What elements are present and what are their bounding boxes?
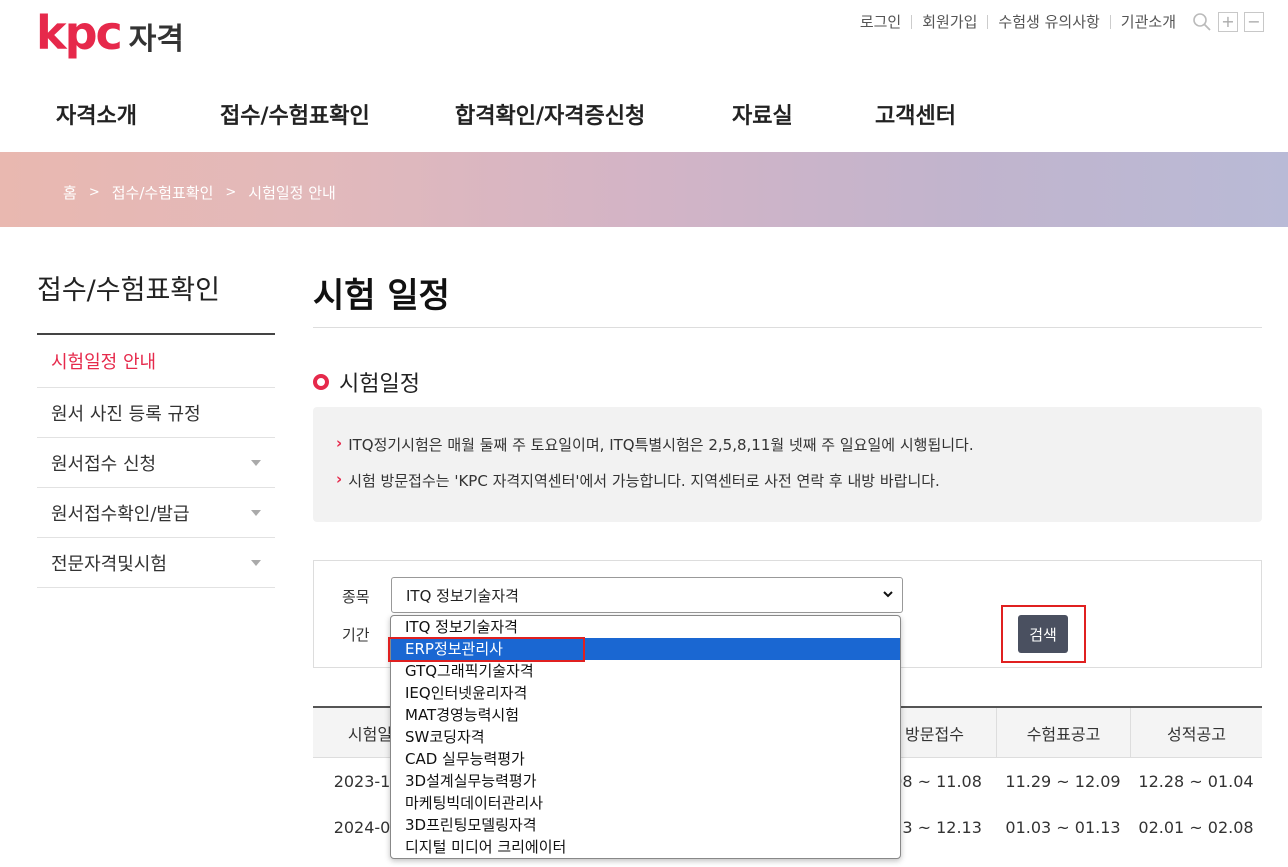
dropdown-option[interactable]: 3D프린팅모델링자격	[391, 814, 900, 836]
chevron-down-icon	[251, 509, 261, 516]
sidebar-item-label: 원서접수확인/발급	[51, 503, 190, 525]
kpc-logo[interactable]: kpc 자격	[36, 10, 184, 58]
dropdown-option[interactable]: ITQ 정보기술자격	[391, 616, 900, 638]
sidebar-item-apply-confirm[interactable]: 원서접수확인/발급	[37, 488, 275, 538]
notice-line: › 시험 방문접수는 'KPC 자격지역센터'에서 가능합니다. 지역센터로 사…	[336, 470, 1262, 506]
notice-text: ITQ정기시험은 매월 둘째 주 토요일이며, ITQ특별시험은 2,5,8,1…	[348, 436, 974, 454]
zoom-in-icon[interactable]: +	[1218, 12, 1238, 32]
notice-text: 시험 방문접수는 'KPC 자격지역센터'에서 가능합니다. 지역센터로 사전 …	[348, 472, 940, 490]
sidebar-item-label: 원서접수 신청	[51, 453, 157, 475]
chevron-right-icon: ›	[336, 470, 343, 488]
sub-visual-banner: 홈 > 접수/수험표확인 > 시험일정 안내	[0, 152, 1288, 227]
zoom-out-icon[interactable]: −	[1244, 12, 1264, 32]
column-header: 수험표공고	[996, 708, 1130, 758]
dropdown-option[interactable]: 3D설계실무능력평가	[391, 770, 900, 792]
category-select[interactable]: ITQ 정보기술자격	[391, 577, 903, 613]
about-link[interactable]: 기관소개	[1109, 15, 1186, 30]
chevron-right-icon: >	[88, 185, 100, 200]
sidebar-menu: 시험일정 안내 원서 사진 등록 규정 원서접수 신청 원서접수확인/발급 전문…	[37, 333, 275, 588]
nav-qualification-intro[interactable]: 자격소개	[56, 98, 137, 130]
divider	[313, 327, 1262, 328]
breadcrumb-registration[interactable]: 접수/수험표확인	[112, 182, 214, 203]
dropdown-option[interactable]: 디지털 미디어 크리에이터	[391, 836, 900, 858]
sidebar-item-professional[interactable]: 전문자격및시험	[37, 538, 275, 588]
sidebar-item-apply[interactable]: 원서접수 신청	[37, 438, 275, 488]
category-label: 종목	[342, 588, 370, 606]
breadcrumb-home[interactable]: 홈	[63, 182, 77, 203]
chevron-down-icon	[251, 559, 261, 566]
table-cell: 11.29 ~ 12.09	[1005, 771, 1121, 791]
chevron-right-icon: >	[225, 185, 237, 200]
chevron-down-icon	[251, 459, 261, 466]
sidebar-item-label: 전문자격및시험	[51, 553, 167, 575]
examinee-notice-link[interactable]: 수험생 유의사항	[987, 15, 1109, 30]
logo-text: 자격	[128, 22, 184, 57]
sidebar-item-label: 시험일정 안내	[51, 352, 157, 373]
dropdown-option[interactable]: GTQ그래픽기술자격	[391, 660, 900, 682]
column-header: 성적공고	[1130, 708, 1262, 758]
main-nav: 자격소개 접수/수험표확인 합격확인/자격증신청 자료실 고객센터	[0, 98, 1288, 138]
notice-line: › ITQ정기시험은 매월 둘째 주 토요일이며, ITQ특별시험은 2,5,8…	[336, 434, 1262, 470]
signup-link[interactable]: 회원가입	[911, 15, 987, 30]
option-highlight	[388, 637, 585, 662]
breadcrumb: 홈 > 접수/수험표확인 > 시험일정 안내	[63, 182, 336, 203]
breadcrumb-current[interactable]: 시험일정 안내	[248, 182, 336, 203]
utility-nav: 로그인 회원가입 수험생 유의사항 기관소개 + −	[850, 12, 1264, 32]
dropdown-option[interactable]: 마케팅빅데이터관리사	[391, 792, 900, 814]
nav-results[interactable]: 합격확인/자격증신청	[455, 98, 645, 130]
nav-registration[interactable]: 접수/수험표확인	[220, 98, 370, 130]
search-button-highlight	[1001, 605, 1086, 663]
section-title: 시험일정	[313, 366, 420, 398]
nav-customer-center[interactable]: 고객센터	[875, 98, 956, 130]
dropdown-option[interactable]: SW코딩자격	[391, 726, 900, 748]
dropdown-option[interactable]: IEQ인터넷윤리자격	[391, 682, 900, 704]
search-icon[interactable]	[1192, 12, 1212, 32]
section-title-text: 시험일정	[339, 372, 420, 397]
table-cell: 01.03 ~ 01.13	[1005, 817, 1121, 837]
sidebar-title: 접수/수험표확인	[37, 275, 220, 306]
table-cell: 02.01 ~ 02.08	[1138, 817, 1254, 837]
circle-bullet-icon	[313, 374, 329, 390]
table-cell: 12.28 ~ 01.04	[1138, 771, 1254, 791]
period-label: 기간	[342, 626, 370, 644]
login-link[interactable]: 로그인	[850, 15, 911, 30]
nav-resources[interactable]: 자료실	[732, 98, 793, 130]
sidebar-item-schedule[interactable]: 시험일정 안내	[37, 335, 275, 388]
category-select-value: ITQ 정보기술자격	[406, 586, 519, 605]
sidebar-item-label: 원서 사진 등록 규정	[51, 403, 201, 425]
dropdown-option[interactable]: MAT경영능력시험	[391, 704, 900, 726]
notice-box: › ITQ정기시험은 매월 둘째 주 토요일이며, ITQ특별시험은 2,5,8…	[313, 407, 1262, 522]
page-title: 시험 일정	[313, 276, 450, 316]
logo-mark: kpc	[36, 6, 123, 60]
chevron-down-icon	[882, 588, 894, 603]
sidebar-item-photo-rules[interactable]: 원서 사진 등록 규정	[37, 388, 275, 438]
chevron-right-icon: ›	[336, 434, 343, 452]
dropdown-option[interactable]: CAD 실무능력평가	[391, 748, 900, 770]
